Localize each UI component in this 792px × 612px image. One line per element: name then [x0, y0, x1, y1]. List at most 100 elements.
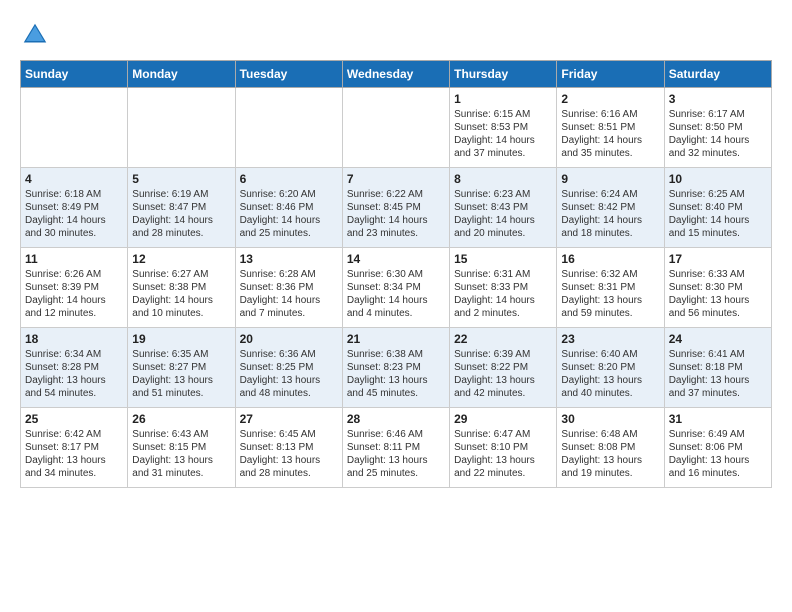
day-cell: 8 Sunrise: 6:23 AM Sunset: 8:43 PM Daylig… — [450, 168, 557, 248]
day-cell: 23 Sunrise: 6:40 AM Sunset: 8:20 PM Dayli… — [557, 328, 664, 408]
day-info: Sunrise: 6:47 AM Sunset: 8:10 PM Dayligh… — [454, 428, 552, 480]
day-number: 1 — [454, 92, 552, 106]
day-info: Sunrise: 6:31 AM Sunset: 8:33 PM Dayligh… — [454, 268, 552, 320]
day-number: 24 — [669, 332, 767, 346]
day-info: Sunrise: 6:32 AM Sunset: 8:31 PM Dayligh… — [561, 268, 659, 320]
day-number: 23 — [561, 332, 659, 346]
day-cell: 13 Sunrise: 6:28 AM Sunset: 8:36 PM Dayli… — [235, 248, 342, 328]
day-info: Sunrise: 6:43 AM Sunset: 8:15 PM Dayligh… — [132, 428, 230, 480]
day-cell: 3 Sunrise: 6:17 AM Sunset: 8:50 PM Daylig… — [664, 88, 771, 168]
day-number: 30 — [561, 412, 659, 426]
day-cell — [235, 88, 342, 168]
day-info: Sunrise: 6:38 AM Sunset: 8:23 PM Dayligh… — [347, 348, 445, 400]
day-cell: 2Sunrise: 6:16 AM Sunset: 8:51 PM Daylig… — [557, 88, 664, 168]
day-cell: 20 Sunrise: 6:36 AM Sunset: 8:25 PM Dayli… — [235, 328, 342, 408]
weekday-header-thursday: Thursday — [450, 61, 557, 88]
day-cell: 25 Sunrise: 6:42 AM Sunset: 8:17 PM Dayli… — [21, 408, 128, 488]
weekday-header-monday: Monday — [128, 61, 235, 88]
day-number: 11 — [25, 252, 123, 266]
day-number: 8 — [454, 172, 552, 186]
day-info: Sunrise: 6:46 AM Sunset: 8:11 PM Dayligh… — [347, 428, 445, 480]
weekday-header-sunday: Sunday — [21, 61, 128, 88]
weekday-header-tuesday: Tuesday — [235, 61, 342, 88]
week-row-3: 11 Sunrise: 6:26 AM Sunset: 8:39 PM Dayli… — [21, 248, 772, 328]
day-cell: 15 Sunrise: 6:31 AM Sunset: 8:33 PM Dayli… — [450, 248, 557, 328]
logo — [20, 20, 54, 50]
day-cell: 18 Sunrise: 6:34 AM Sunset: 8:28 PM Dayli… — [21, 328, 128, 408]
day-cell: 30Sunrise: 6:48 AM Sunset: 8:08 PM Dayli… — [557, 408, 664, 488]
day-info: Sunrise: 6:20 AM Sunset: 8:46 PM Dayligh… — [240, 188, 338, 240]
day-number: 14 — [347, 252, 445, 266]
day-number: 7 — [347, 172, 445, 186]
weekday-header-friday: Friday — [557, 61, 664, 88]
day-cell: 1Sunrise: 6:15 AM Sunset: 8:53 PM Daylig… — [450, 88, 557, 168]
day-info: Sunrise: 6:40 AM Sunset: 8:20 PM Dayligh… — [561, 348, 659, 400]
weekday-header-wednesday: Wednesday — [342, 61, 449, 88]
day-number: 3 — [669, 92, 767, 106]
header — [20, 20, 772, 50]
day-info: Sunrise: 6:23 AM Sunset: 8:43 PM Dayligh… — [454, 188, 552, 240]
day-number: 16 — [561, 252, 659, 266]
day-info: Sunrise: 6:18 AM Sunset: 8:49 PM Dayligh… — [25, 188, 123, 240]
day-number: 15 — [454, 252, 552, 266]
day-cell — [342, 88, 449, 168]
day-info: Sunrise: 6:22 AM Sunset: 8:45 PM Dayligh… — [347, 188, 445, 240]
day-number: 13 — [240, 252, 338, 266]
logo-icon — [20, 20, 50, 50]
day-number: 4 — [25, 172, 123, 186]
weekday-header-saturday: Saturday — [664, 61, 771, 88]
day-cell: 16 Sunrise: 6:32 AM Sunset: 8:31 PM Dayli… — [557, 248, 664, 328]
day-number: 29 — [454, 412, 552, 426]
day-number: 12 — [132, 252, 230, 266]
day-cell — [128, 88, 235, 168]
day-info: Sunrise: 6:17 AM Sunset: 8:50 PM Dayligh… — [669, 108, 767, 160]
day-info: Sunrise: 6:41 AM Sunset: 8:18 PM Dayligh… — [669, 348, 767, 400]
day-number: 25 — [25, 412, 123, 426]
day-info: Sunrise: 6:42 AM Sunset: 8:17 PM Dayligh… — [25, 428, 123, 480]
day-number: 18 — [25, 332, 123, 346]
day-info: Sunrise: 6:35 AM Sunset: 8:27 PM Dayligh… — [132, 348, 230, 400]
day-info: Sunrise: 6:24 AM Sunset: 8:42 PM Dayligh… — [561, 188, 659, 240]
day-info: Sunrise: 6:49 AM Sunset: 8:06 PM Dayligh… — [669, 428, 767, 480]
day-cell: 14Sunrise: 6:30 AM Sunset: 8:34 PM Dayli… — [342, 248, 449, 328]
day-cell: 31 Sunrise: 6:49 AM Sunset: 8:06 PM Dayli… — [664, 408, 771, 488]
day-number: 22 — [454, 332, 552, 346]
day-cell: 27Sunrise: 6:45 AM Sunset: 8:13 PM Dayli… — [235, 408, 342, 488]
day-number: 20 — [240, 332, 338, 346]
day-info: Sunrise: 6:33 AM Sunset: 8:30 PM Dayligh… — [669, 268, 767, 320]
day-number: 28 — [347, 412, 445, 426]
day-number: 5 — [132, 172, 230, 186]
day-cell: 10 Sunrise: 6:25 AM Sunset: 8:40 PM Dayli… — [664, 168, 771, 248]
calendar-table: SundayMondayTuesdayWednesdayThursdayFrid… — [20, 60, 772, 488]
day-number: 10 — [669, 172, 767, 186]
day-info: Sunrise: 6:25 AM Sunset: 8:40 PM Dayligh… — [669, 188, 767, 240]
day-cell: 6 Sunrise: 6:20 AM Sunset: 8:46 PM Daylig… — [235, 168, 342, 248]
day-info: Sunrise: 6:19 AM Sunset: 8:47 PM Dayligh… — [132, 188, 230, 240]
day-cell: 22Sunrise: 6:39 AM Sunset: 8:22 PM Dayli… — [450, 328, 557, 408]
day-info: Sunrise: 6:45 AM Sunset: 8:13 PM Dayligh… — [240, 428, 338, 480]
day-cell: 29 Sunrise: 6:47 AM Sunset: 8:10 PM Dayli… — [450, 408, 557, 488]
day-number: 31 — [669, 412, 767, 426]
week-row-5: 25 Sunrise: 6:42 AM Sunset: 8:17 PM Dayli… — [21, 408, 772, 488]
day-number: 2 — [561, 92, 659, 106]
day-number: 17 — [669, 252, 767, 266]
day-info: Sunrise: 6:28 AM Sunset: 8:36 PM Dayligh… — [240, 268, 338, 320]
week-row-2: 4 Sunrise: 6:18 AM Sunset: 8:49 PM Daylig… — [21, 168, 772, 248]
day-cell: 12 Sunrise: 6:27 AM Sunset: 8:38 PM Dayli… — [128, 248, 235, 328]
day-cell: 17 Sunrise: 6:33 AM Sunset: 8:30 PM Dayli… — [664, 248, 771, 328]
day-info: Sunrise: 6:34 AM Sunset: 8:28 PM Dayligh… — [25, 348, 123, 400]
day-cell: 24 Sunrise: 6:41 AM Sunset: 8:18 PM Dayli… — [664, 328, 771, 408]
day-cell: 4 Sunrise: 6:18 AM Sunset: 8:49 PM Daylig… — [21, 168, 128, 248]
day-cell: 7 Sunrise: 6:22 AM Sunset: 8:45 PM Daylig… — [342, 168, 449, 248]
day-info: Sunrise: 6:36 AM Sunset: 8:25 PM Dayligh… — [240, 348, 338, 400]
day-info: Sunrise: 6:26 AM Sunset: 8:39 PM Dayligh… — [25, 268, 123, 320]
day-number: 19 — [132, 332, 230, 346]
day-number: 9 — [561, 172, 659, 186]
day-info: Sunrise: 6:27 AM Sunset: 8:38 PM Dayligh… — [132, 268, 230, 320]
day-number: 26 — [132, 412, 230, 426]
day-cell: 26 Sunrise: 6:43 AM Sunset: 8:15 PM Dayli… — [128, 408, 235, 488]
day-number: 6 — [240, 172, 338, 186]
day-cell — [21, 88, 128, 168]
day-cell: 9 Sunrise: 6:24 AM Sunset: 8:42 PM Daylig… — [557, 168, 664, 248]
day-cell: 19 Sunrise: 6:35 AM Sunset: 8:27 PM Dayli… — [128, 328, 235, 408]
